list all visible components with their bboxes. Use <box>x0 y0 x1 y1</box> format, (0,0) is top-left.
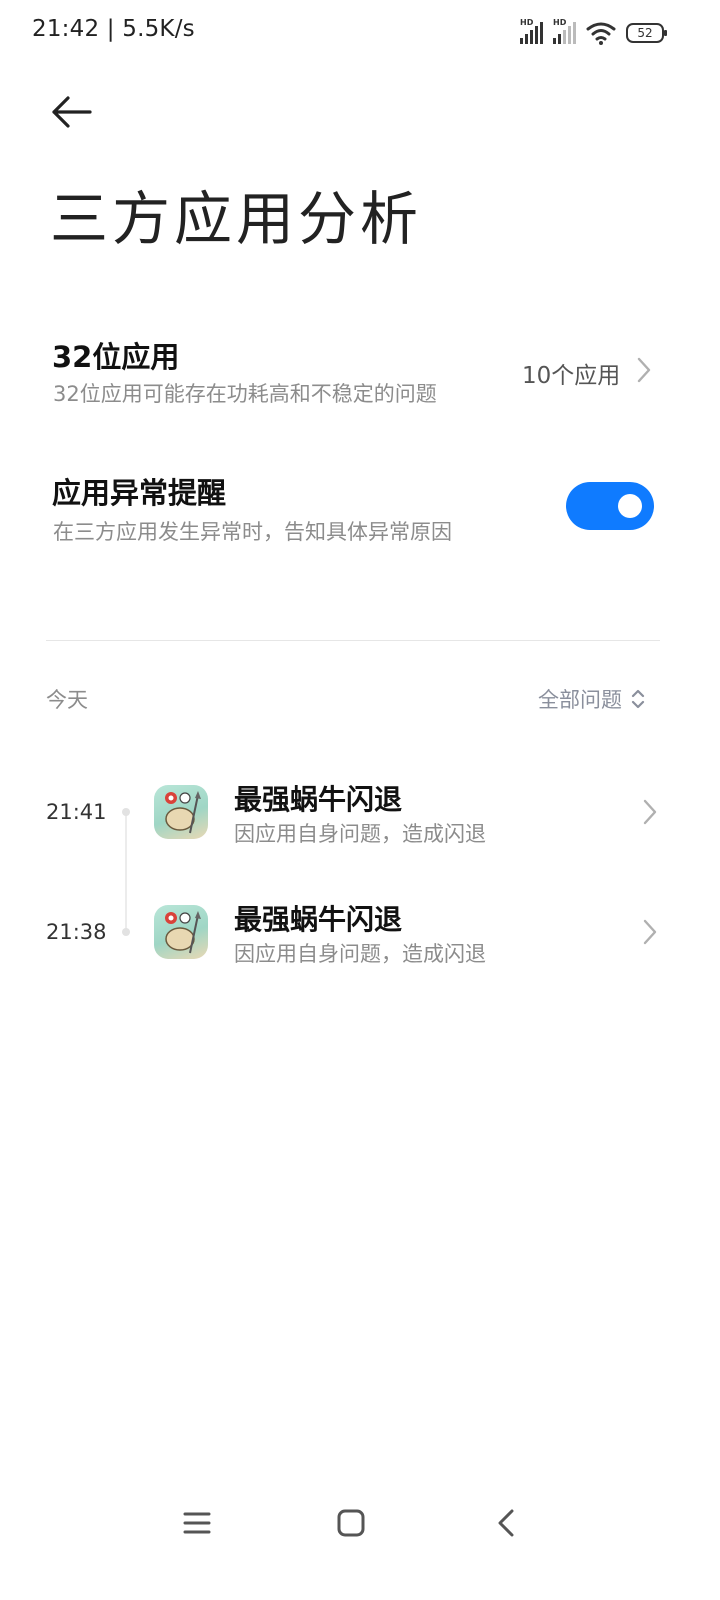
menu-icon <box>183 1512 211 1534</box>
back-button[interactable] <box>48 92 94 132</box>
app32-row[interactable]: 32位应用 32位应用可能存在功耗高和不稳定的问题 10个应用 <box>0 328 720 428</box>
timeline-dot <box>122 928 130 936</box>
page-title: 三方应用分析 <box>50 185 423 253</box>
timeline-dot <box>122 808 130 816</box>
app32-subtitle: 32位应用可能存在功耗高和不稳定的问题 <box>53 382 437 406</box>
snail-game-icon <box>154 785 208 839</box>
alert-toggle[interactable] <box>566 482 654 530</box>
back-icon <box>498 1509 514 1537</box>
filter-label: 全部问题 <box>538 688 622 712</box>
chevron-right-icon <box>642 798 658 826</box>
status-time-speed: 21:42 | 5.5K/s <box>32 16 195 42</box>
chevron-right-icon <box>636 356 652 384</box>
item-time: 21:38 <box>46 920 107 944</box>
item-subtitle: 因应用自身问题，造成闪退 <box>234 942 486 966</box>
section-label-today: 今天 <box>46 688 88 712</box>
list-item[interactable]: 21:38 最强蜗牛闪退 因应用自身问题，造成闪退 <box>0 890 720 980</box>
nav-menu-button[interactable] <box>182 1508 212 1542</box>
nav-home-button[interactable] <box>336 1508 366 1542</box>
battery-icon: 52 <box>626 23 667 43</box>
signal-2-icon: HD <box>553 18 576 44</box>
list-item[interactable]: 21:41 最强蜗牛闪退 因应用自身问题，造成闪退 <box>0 770 720 860</box>
divider <box>46 640 660 641</box>
home-icon <box>337 1509 365 1537</box>
alert-title: 应用异常提醒 <box>52 476 227 510</box>
signal-1-icon: HD <box>520 18 543 44</box>
hd-label-2: HD <box>553 18 567 27</box>
nav-back-button[interactable] <box>492 1508 522 1542</box>
sort-toggle-icon <box>631 689 645 709</box>
snail-game-icon <box>154 905 208 959</box>
wifi-icon <box>586 22 616 45</box>
item-title: 最强蜗牛闪退 <box>234 903 403 936</box>
app32-count: 10个应用 <box>522 363 621 389</box>
chevron-right-icon <box>642 918 658 946</box>
alert-subtitle: 在三方应用发生异常时，告知具体异常原因 <box>53 520 452 544</box>
item-subtitle: 因应用自身问题，造成闪退 <box>234 822 486 846</box>
item-time: 21:41 <box>46 800 107 824</box>
app32-title: 32位应用 <box>52 340 180 374</box>
toggle-knob <box>618 494 642 518</box>
status-icons: HD HD 52 <box>520 18 667 46</box>
hd-label: HD <box>520 18 534 27</box>
item-title: 最强蜗牛闪退 <box>234 783 403 816</box>
filter-dropdown[interactable]: 全部问题 <box>538 684 646 714</box>
arrow-left-icon <box>52 96 92 128</box>
